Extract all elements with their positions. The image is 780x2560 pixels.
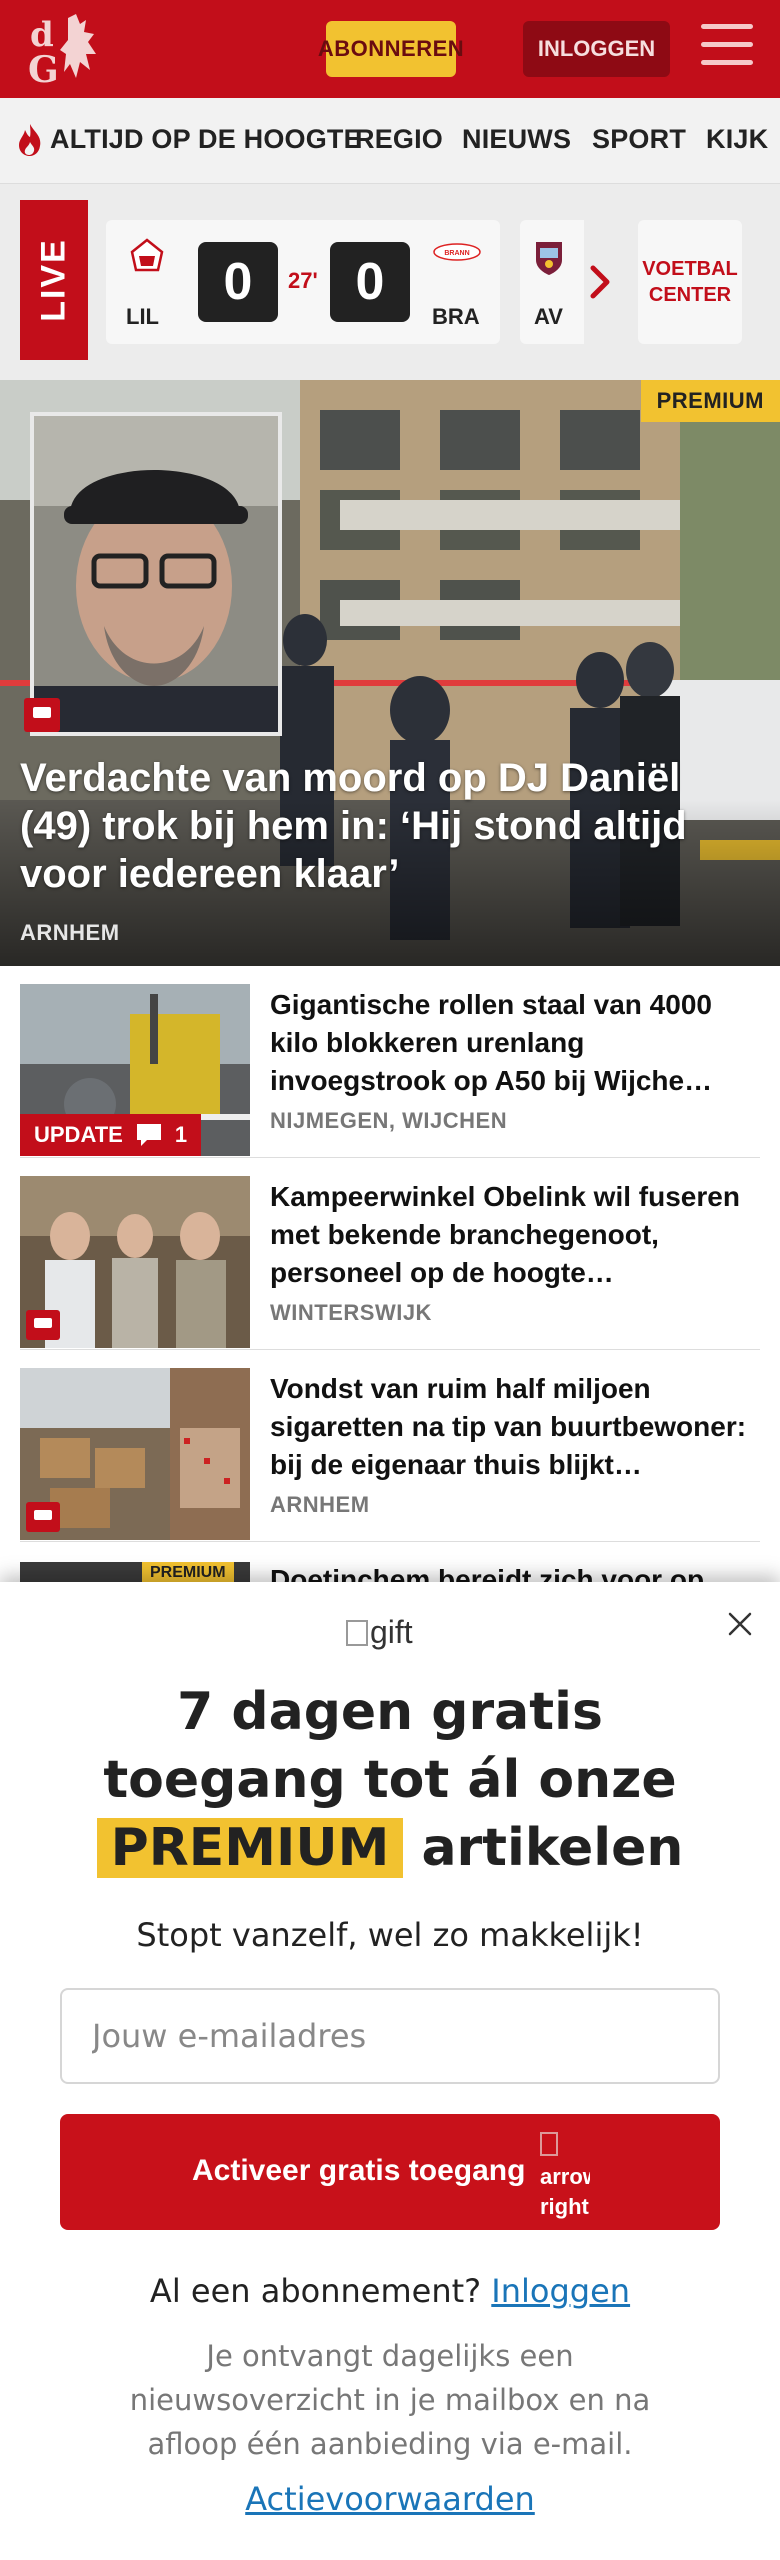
live-tab[interactable]: LIVE	[20, 200, 88, 360]
premium-offer-modal: gift 7 dagen gratis toegang tot ál onze …	[0, 1582, 780, 2560]
article-title[interactable]: Vondst van ruim half miljoen sigaretten …	[270, 1370, 758, 1484]
nav-item-regio[interactable]: REGIO	[355, 124, 443, 155]
home-team-abbr: LIL	[126, 304, 159, 329]
article-location: WINTERSWIJK	[270, 1300, 432, 1325]
nav-item-sport[interactable]: SPORT	[592, 124, 686, 155]
hero-title[interactable]: Verdachte van moord op DJ Daniël (49) tr…	[20, 754, 760, 898]
svg-text:G: G	[28, 49, 59, 88]
terms-link[interactable]: Actievoorwaarden	[60, 2480, 720, 2518]
article-location: ARNHEM	[270, 1492, 370, 1517]
next-match-card[interactable]: AV	[520, 220, 584, 344]
nav-item-kijk[interactable]: KIJK	[706, 124, 768, 155]
comment-icon	[24, 698, 60, 732]
nav-item-nieuws[interactable]: NIEUWS	[462, 124, 571, 155]
article-item[interactable]: Vondst van ruim half miljoen sigaretten …	[20, 1350, 760, 1542]
brann-crest-icon: BRANN	[433, 243, 481, 261]
comment-icon	[26, 1310, 60, 1340]
article-item-peek[interactable]: PREMIUM Doetinchem bereidt zich voor op	[20, 1562, 760, 1582]
comment-icon	[26, 1502, 60, 1532]
hamburger-menu-icon[interactable]	[701, 24, 753, 70]
premium-highlight: PREMIUM	[96, 1818, 404, 1878]
modal-headline: 7 dagen gratis toegang tot ál onze PREMI…	[60, 1678, 720, 1882]
article-title[interactable]: Kampeerwinkel Obelink wil fuseren met be…	[270, 1178, 758, 1292]
next-team-abbr: AV	[534, 304, 563, 329]
email-input[interactable]	[60, 1988, 720, 2084]
match-minute: 27'	[288, 268, 318, 293]
flame-icon	[19, 124, 41, 156]
site-header: d G ABONNEREN INLOGGEN	[0, 0, 780, 98]
article-title[interactable]: Gigantische rollen staal van 4000 kilo b…	[270, 986, 758, 1100]
premium-badge: PREMIUM	[142, 1562, 234, 1582]
live-scores-strip: LIVE LIL 0 27' 0 BRANN BRA AV VOETBAL CE…	[0, 184, 780, 380]
modal-info-text: Je ontvangt dagelijks een nieuwsoverzich…	[129, 2339, 651, 2461]
hero-article[interactable]: PREMIUM Verdachte van moord op DJ Daniël…	[0, 380, 780, 966]
modal-subline: Stopt vanzelf, wel zo makkelijk!	[136, 1916, 644, 1954]
article-title[interactable]: Doetinchem bereidt zich voor op	[270, 1564, 704, 1582]
article-item[interactable]: Kampeerwinkel Obelink wil fuseren met be…	[20, 1158, 760, 1350]
article-location: NIJMEGEN, WIJCHEN	[270, 1108, 508, 1133]
login-link[interactable]: Inloggen	[491, 2272, 630, 2310]
activate-free-access-button[interactable]: Activeer gratis toegang arrow right	[60, 2114, 720, 2230]
article-item[interactable]: UPDATE 1 Gigantische rollen staal van 40…	[20, 966, 760, 1158]
hero-location: ARNHEM	[20, 920, 120, 945]
voetbal-center-button[interactable]: VOETBAL CENTER	[638, 220, 742, 344]
live-match-card[interactable]: LIL 0 27' 0 BRANN BRA	[106, 220, 500, 344]
svg-text:BRANN: BRANN	[444, 250, 469, 257]
hero-portrait-photo	[30, 412, 282, 736]
article-thumbnail	[20, 1368, 250, 1540]
article-thumbnail	[20, 1176, 250, 1348]
main-nav: ALTIJD OP DE HOOGTE REGIO NIEUWS SPORT K…	[0, 98, 780, 184]
comment-icon	[136, 1124, 161, 1146]
gift-icon: gift	[346, 1614, 413, 1651]
comment-count: 1	[174, 1122, 188, 1147]
home-score: 0	[198, 242, 278, 322]
aston-villa-crest-icon	[536, 242, 562, 275]
away-score: 0	[330, 242, 410, 322]
close-icon[interactable]	[722, 1606, 758, 1642]
login-button[interactable]: INLOGGEN	[523, 21, 670, 77]
site-logo[interactable]: d G	[24, 10, 124, 88]
lille-crest-icon	[130, 238, 164, 272]
have-subscription-text: Al een abonnement? Inloggen	[149, 2272, 631, 2310]
premium-badge: PREMIUM	[640, 380, 780, 422]
nav-item-altijd-op-de-hoogte[interactable]: ALTIJD OP DE HOOGTE	[50, 124, 362, 155]
chevron-right-icon[interactable]	[585, 262, 615, 302]
subscribe-button[interactable]: ABONNEREN	[318, 21, 464, 77]
arrow-right-icon: arrow right	[540, 2132, 590, 2230]
article-thumbnail: UPDATE 1	[20, 984, 250, 1156]
away-team-abbr: BRA	[432, 304, 480, 329]
update-badge: UPDATE 1	[20, 1114, 202, 1156]
